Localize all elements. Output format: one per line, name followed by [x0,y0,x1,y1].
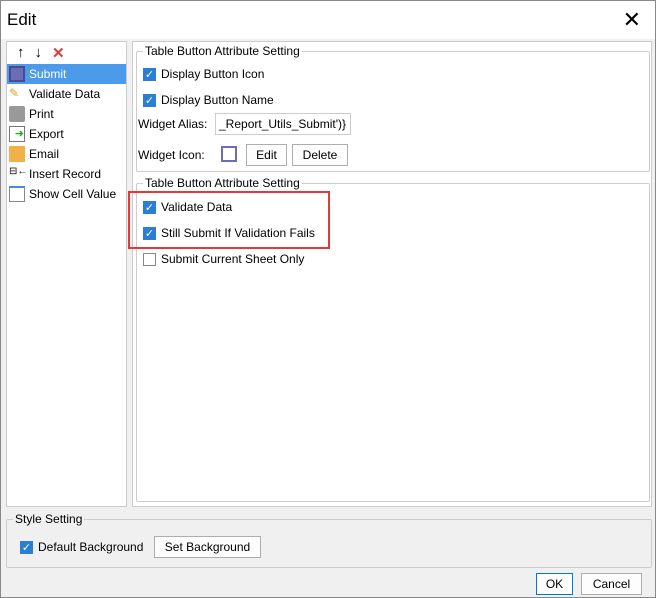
printer-icon [9,106,25,122]
cell-icon [9,186,25,202]
settings-panel: Table Button Attribute Setting ✓ Display … [132,41,652,507]
widget-alias-label: Widget Alias: [138,117,208,131]
display-name-checkbox[interactable]: ✓ Display Button Name [143,93,274,107]
list-item-validate-data[interactable]: ✎ Validate Data [7,84,126,104]
list-item-print[interactable]: Print [7,104,126,124]
widget-icon-label: Widget Icon: [138,148,205,162]
current-sheet-checkbox[interactable]: Submit Current Sheet Only [143,252,304,266]
attribute-group-1: Table Button Attribute Setting [136,44,650,172]
set-background-button[interactable]: Set Background [154,536,261,558]
email-icon [9,146,25,162]
group-legend: Table Button Attribute Setting [145,44,300,58]
list-item-submit[interactable]: Submit [7,64,126,84]
move-up-icon[interactable]: ↑ [17,44,25,64]
delete-icon-button[interactable]: Delete [292,144,348,166]
edit-dialog: Edit ✕ ↑ ↓ ✕ Submit ✎ Validate Data Print… [0,0,656,598]
title-bar: Edit ✕ [1,1,655,39]
edit-icon-button[interactable]: Edit [246,144,287,166]
list-item-insert-record[interactable]: ⊟← Insert Record [7,164,126,184]
save-icon [221,146,237,162]
ok-button[interactable]: OK [536,573,573,595]
dialog-title: Edit [7,10,37,29]
list-item-show-cell-value[interactable]: Show Cell Value [7,184,126,204]
default-background-checkbox[interactable]: ✓ Default Background [20,540,143,554]
widget-alias-input[interactable]: _Report_Utils_Submit')} [215,113,351,135]
move-down-icon[interactable]: ↓ [35,44,43,64]
save-icon [9,66,25,82]
close-icon[interactable]: ✕ [623,7,641,33]
insert-record-icon: ⊟← [9,166,28,177]
button-list: ↑ ↓ ✕ Submit ✎ Validate Data Print ➜ Expor… [6,41,127,507]
highlight-box [128,191,330,249]
pencil-icon: ✎ [9,86,20,100]
list-item-email[interactable]: Email [7,144,126,164]
delete-icon[interactable]: ✕ [52,44,65,64]
group-legend: Style Setting [15,512,83,526]
display-icon-checkbox[interactable]: ✓ Display Button Icon [143,67,264,81]
list-item-export[interactable]: ➜ Export [7,124,126,144]
export-icon: ➜ [9,126,25,142]
cancel-button[interactable]: Cancel [581,573,642,595]
group-legend: Table Button Attribute Setting [145,176,300,190]
